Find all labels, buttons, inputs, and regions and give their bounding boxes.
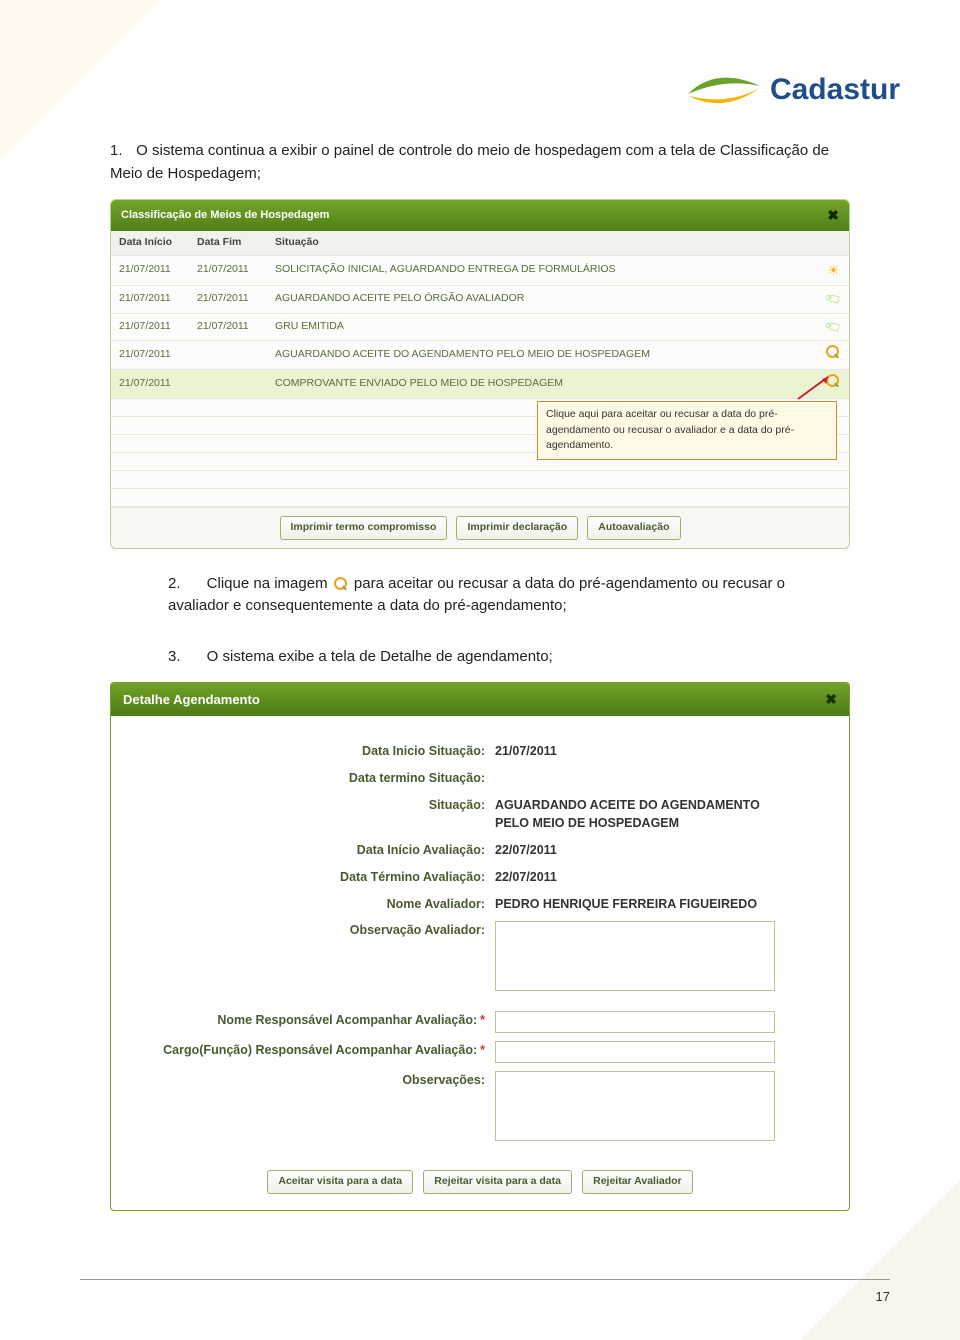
magnifier-icon[interactable] xyxy=(826,345,840,359)
logo-text: Cadastur xyxy=(770,73,900,107)
page-number: 17 xyxy=(876,1289,890,1304)
tag-icon[interactable]: 🏷 xyxy=(822,315,844,338)
value-situacao: AGUARDANDO ACEITE DO AGENDAMENTO PELO ME… xyxy=(495,794,795,834)
reject-visit-button[interactable]: Rejeitar visita para a data xyxy=(423,1170,572,1194)
label-observacoes: Observações: xyxy=(135,1069,495,1090)
step-3-text: O sistema exibe a tela de Detalhe de age… xyxy=(207,648,553,665)
value-data-termino-avaliacao: 22/07/2011 xyxy=(495,866,825,887)
magnifier-icon xyxy=(332,577,350,591)
input-cargo-responsavel[interactable] xyxy=(495,1041,775,1063)
detail-panel-footer: Aceitar visita para a data Rejeitar visi… xyxy=(111,1159,849,1210)
col-data-inicio: Data Início xyxy=(111,231,189,255)
table-row xyxy=(111,470,849,488)
label-cargo-responsavel: Cargo(Função) Responsável Acompanhar Ava… xyxy=(135,1039,495,1060)
input-nome-responsavel[interactable] xyxy=(495,1011,775,1033)
table-row xyxy=(111,488,849,506)
table-row: 21/07/2011 21/07/2011 AGUARDANDO ACEITE … xyxy=(111,285,849,313)
classification-panel-footer: Imprimir termo compromisso Imprimir decl… xyxy=(111,507,849,548)
table-row: 21/07/2011 21/07/2011 SOLICITAÇÃO INICIA… xyxy=(111,255,849,285)
step-2-number: 2. xyxy=(168,573,190,596)
col-action xyxy=(818,231,849,255)
table-row: 21/07/2011 21/07/2011 GRU EMITIDA 🏷 xyxy=(111,313,849,341)
close-icon[interactable]: ✖ xyxy=(825,689,837,710)
reject-evaluator-button[interactable]: Rejeitar Avaliador xyxy=(582,1170,693,1194)
value-nome-avaliador: PEDRO HENRIQUE FERREIRA FIGUEIREDO xyxy=(495,893,825,914)
print-declaration-button[interactable]: Imprimir declaração xyxy=(456,516,578,540)
classification-panel: Classificação de Meios de Hospedagem ✖ D… xyxy=(110,199,850,549)
value-data-inicio-situacao: 21/07/2011 xyxy=(495,740,825,761)
print-term-button[interactable]: Imprimir termo compromisso xyxy=(280,516,448,540)
self-evaluation-button[interactable]: Autoavaliação xyxy=(587,516,680,540)
value-data-termino-situacao xyxy=(495,767,825,769)
step-3-number: 3. xyxy=(168,646,190,669)
textarea-observacao-avaliador[interactable] xyxy=(495,921,775,991)
label-data-inicio-avaliacao: Data Início Avaliação: xyxy=(135,839,495,860)
detail-panel-title: Detalhe Agendamento xyxy=(123,690,260,710)
table-row: 21/07/2011 AGUARDANDO ACEITE DO AGENDAME… xyxy=(111,341,849,370)
close-icon[interactable]: ✖ xyxy=(827,205,839,226)
label-observacao-avaliador: Observação Avaliador: xyxy=(135,919,495,940)
tag-icon[interactable]: 🏷 xyxy=(822,287,844,310)
step-1-number: 1. xyxy=(110,140,132,163)
step-2: 2. Clique na imagem para aceitar ou recu… xyxy=(110,573,850,618)
col-situacao: Situação xyxy=(267,231,818,255)
detail-panel-header: Detalhe Agendamento ✖ xyxy=(111,683,849,716)
callout-tooltip: Clique aqui para aceitar ou recusar a da… xyxy=(537,401,837,460)
col-data-fim: Data Fim xyxy=(189,231,267,255)
label-data-inicio-situacao: Data Inicio Situação: xyxy=(135,740,495,761)
step-1-text: O sistema continua a exibir o painel de … xyxy=(110,142,829,182)
classification-panel-header: Classificação de Meios de Hospedagem ✖ xyxy=(111,200,849,231)
brand-logo: Cadastur xyxy=(60,70,900,110)
textarea-observacoes[interactable] xyxy=(495,1071,775,1141)
footer-divider xyxy=(80,1279,890,1280)
table-row: 21/07/2011 COMPROVANTE ENVIADO PELO MEIO… xyxy=(111,370,849,399)
sun-icon[interactable]: ☀ xyxy=(827,262,840,278)
step-1: 1. O sistema continua a exibir o painel … xyxy=(110,140,850,185)
detail-panel: Detalhe Agendamento ✖ Data Inicio Situaç… xyxy=(110,682,850,1211)
classification-table: Data Início Data Fim Situação 21/07/2011… xyxy=(111,231,849,507)
classification-panel-title: Classificação de Meios de Hospedagem xyxy=(121,207,329,224)
logo-swoosh-icon xyxy=(684,70,764,110)
value-data-inicio-avaliacao: 22/07/2011 xyxy=(495,839,825,860)
label-data-termino-situacao: Data termino Situação: xyxy=(135,767,495,788)
accept-visit-button[interactable]: Aceitar visita para a data xyxy=(267,1170,413,1194)
step-2-text-before: Clique na imagem xyxy=(207,575,332,592)
table-row: Clique aqui para aceitar ou recusar a da… xyxy=(111,398,849,416)
label-nome-avaliador: Nome Avaliador: xyxy=(135,893,495,914)
label-nome-responsavel: Nome Responsável Acompanhar Avaliação:* xyxy=(135,1009,495,1030)
step-3: 3. O sistema exibe a tela de Detalhe de … xyxy=(110,646,850,669)
label-data-termino-avaliacao: Data Término Avaliação: xyxy=(135,866,495,887)
label-situacao: Situação: xyxy=(135,794,495,815)
